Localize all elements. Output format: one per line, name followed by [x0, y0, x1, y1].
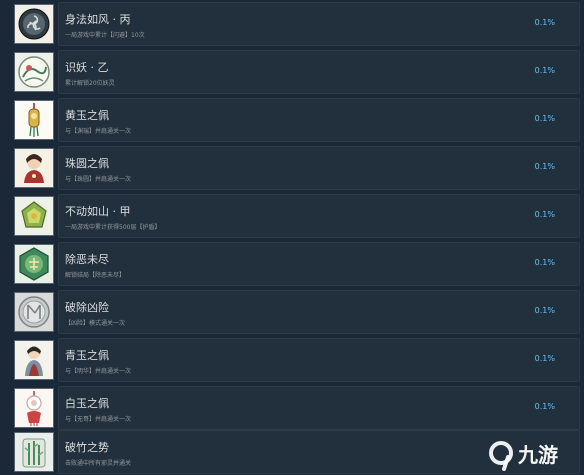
painted-scroll-icon	[14, 52, 54, 92]
achievement-description: 击败通中所有邪灵并通关	[65, 460, 132, 467]
silver-coin-icon	[14, 292, 54, 332]
unlock-percentage: 0.1%	[534, 162, 555, 171]
green-emblem-icon	[14, 196, 54, 236]
unlock-percentage: 0.1%	[534, 18, 555, 27]
achievement-info: 青玉之佩 与【明华】并肩通关一次 0.1%	[58, 338, 580, 382]
unlock-percentage: 0.1%	[534, 306, 555, 315]
achievement-title: 不动如山 · 甲	[65, 205, 131, 218]
achievement-description: 解锁结局【除恶未尽】	[65, 272, 126, 279]
achievement-title: 识妖 · 乙	[65, 61, 109, 74]
achievement-info: 破除凶险 【凶险】模式通关一次 0.1%	[58, 290, 580, 334]
achievement-row[interactable]: 黄玉之佩 与【渊瑞】并肩通关一次 0.1%	[0, 96, 584, 143]
spiral-coin-icon	[14, 4, 54, 44]
yellow-jade-pendant-icon	[14, 100, 54, 140]
azure-jade-pendant-icon	[14, 340, 54, 380]
achievement-row[interactable]: 识妖 · 乙 累计解锁20位妖灵 0.1%	[0, 48, 584, 95]
achievement-info: 除恶未尽 解锁结局【除恶未尽】 0.1%	[58, 242, 580, 286]
achievement-title: 破竹之势	[65, 441, 109, 454]
unlock-percentage: 0.1%	[534, 354, 555, 363]
unlock-percentage: 0.1%	[534, 114, 555, 123]
achievement-title: 黄玉之佩	[65, 109, 109, 122]
achievement-info: 身法如风 · 丙 一局游戏中累计【闪避】10次 0.1%	[58, 2, 580, 46]
achievement-description: 累计解锁20位妖灵	[65, 80, 115, 87]
achievement-title: 珠圆之佩	[65, 157, 109, 170]
unlock-percentage: 0.1%	[534, 210, 555, 219]
achievement-description: 与【无哥】并肩通关一次	[65, 416, 132, 423]
achievement-list: 身法如风 · 丙 一局游戏中累计【闪避】10次 0.1% 识妖 · 乙 累计解锁…	[0, 0, 584, 475]
achievement-title: 除恶未尽	[65, 253, 109, 266]
achievement-title: 青玉之佩	[65, 349, 109, 362]
pearl-pendant-icon	[14, 148, 54, 188]
achievement-description: 一局游戏中累计获得500层【护盾】	[65, 224, 161, 231]
achievement-description: 与【渊瑞】并肩通关一次	[65, 128, 132, 135]
achievement-row[interactable]: 青玉之佩 与【明华】并肩通关一次 0.1%	[0, 336, 584, 383]
unlock-percentage: 0.1%	[534, 66, 555, 75]
achievement-info: 不动如山 · 甲 一局游戏中累计获得500层【护盾】 0.1%	[58, 194, 580, 238]
achievement-title: 白玉之佩	[65, 397, 109, 410]
achievement-description: 与【明华】并肩通关一次	[65, 368, 132, 375]
watermark-text: 九游	[517, 443, 558, 467]
achievement-description: 【凶险】模式通关一次	[65, 320, 126, 327]
9game-logo-icon	[489, 441, 513, 471]
unlock-percentage: 0.1%	[534, 258, 555, 267]
achievement-description: 与【珠圆】并肩通关一次	[65, 176, 132, 183]
achievement-row[interactable]: 身法如风 · 丙 一局游戏中累计【闪避】10次 0.1%	[0, 0, 584, 47]
bamboo-scene-icon	[14, 432, 54, 472]
green-jade-medallion-icon	[14, 244, 54, 284]
achievement-title: 身法如风 · 丙	[65, 13, 131, 26]
unlock-percentage: 0.1%	[534, 402, 555, 411]
achievement-row[interactable]: 不动如山 · 甲 一局游戏中累计获得500层【护盾】 0.1%	[0, 192, 584, 239]
achievement-row[interactable]: 白玉之佩 与【无哥】并肩通关一次 0.1%	[0, 384, 584, 431]
white-jade-pendant-icon	[14, 388, 54, 428]
achievement-info: 黄玉之佩 与【渊瑞】并肩通关一次 0.1%	[58, 98, 580, 142]
achievement-info: 珠圆之佩 与【珠圆】并肩通关一次 0.1%	[58, 146, 580, 190]
achievement-row[interactable]: 破除凶险 【凶险】模式通关一次 0.1%	[0, 288, 584, 335]
achievement-row[interactable]: 除恶未尽 解锁结局【除恶未尽】 0.1%	[0, 240, 584, 287]
achievement-info: 白玉之佩 与【无哥】并肩通关一次 0.1%	[58, 386, 580, 430]
achievement-title: 破除凶险	[65, 301, 109, 314]
site-watermark: 九游	[484, 437, 576, 471]
achievement-row[interactable]: 珠圆之佩 与【珠圆】并肩通关一次 0.1%	[0, 144, 584, 191]
achievement-description: 一局游戏中累计【闪避】10次	[65, 32, 145, 39]
achievement-info: 识妖 · 乙 累计解锁20位妖灵 0.1%	[58, 50, 580, 94]
